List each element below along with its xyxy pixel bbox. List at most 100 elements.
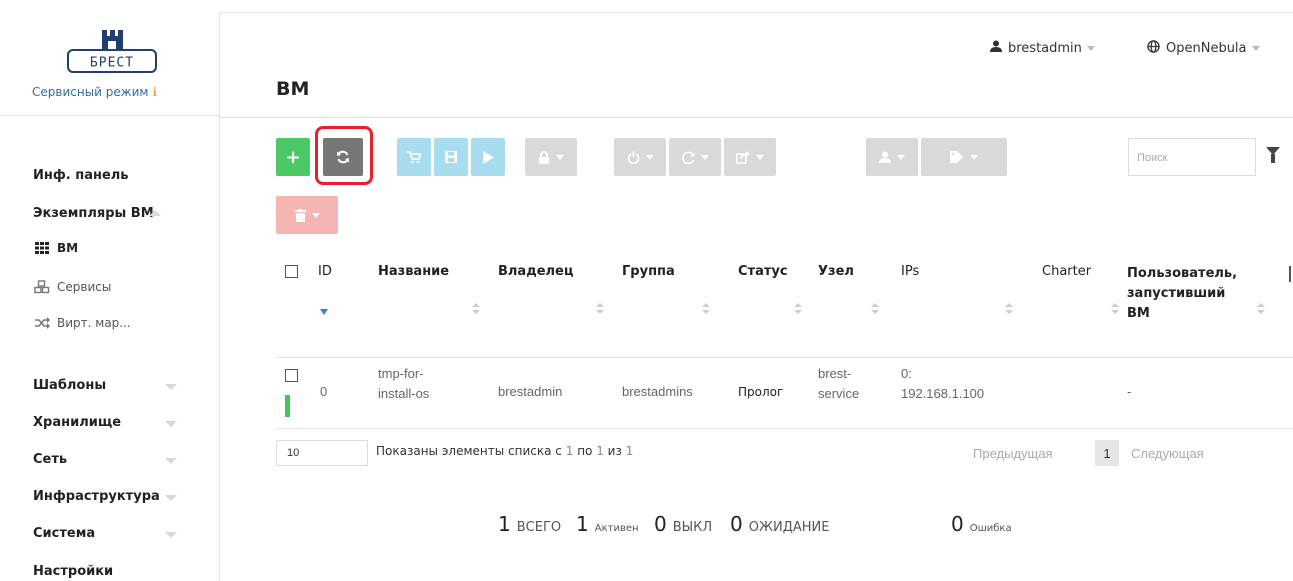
ownership-menu-button[interactable]	[866, 138, 918, 176]
lock-icon	[539, 150, 549, 164]
tag-icon	[950, 151, 963, 163]
chevron-down-icon[interactable]	[165, 495, 177, 501]
state-indicator	[285, 395, 290, 417]
showing-info: Показаны элементы списка с 1 по 1 из 1	[376, 444, 633, 458]
sidebar: БРЕСТ Сервисный режим ℹ Инф. панель Экзем…	[0, 12, 220, 581]
summary-pending-label: ОЖИДАНИЕ	[748, 520, 830, 535]
table-cell-host-line2: service	[818, 386, 860, 401]
sort-icon[interactable]	[1111, 303, 1119, 315]
user-icon	[879, 151, 891, 163]
power-menu-button[interactable]	[614, 138, 666, 176]
refresh-icon	[337, 150, 349, 164]
service-mode-text: Сервисный режим	[32, 85, 149, 99]
column-header-ips[interactable]: IPs	[901, 262, 919, 282]
column-header-owner[interactable]: Владелец	[498, 262, 574, 282]
create-vm-button[interactable]: +	[276, 138, 310, 176]
deploy-button[interactable]	[397, 138, 431, 176]
sidebar-item-vrouters[interactable]: Вирт. мар...	[33, 316, 131, 330]
showing-mid1: по	[577, 444, 593, 458]
showing-from: 1	[565, 444, 574, 458]
service-mode-label[interactable]: Сервисный режим ℹ	[32, 85, 157, 99]
reboot-menu-button[interactable]	[669, 138, 721, 176]
sort-icon[interactable]	[794, 303, 802, 315]
resume-button[interactable]	[471, 138, 505, 176]
select-all-checkbox[interactable]	[285, 265, 298, 278]
chevron-down-icon[interactable]	[165, 458, 177, 464]
sidebar-item-system[interactable]: Система	[33, 526, 95, 541]
dropdown-caret-icon	[1086, 45, 1095, 51]
table-cell-name-line2: install-os	[378, 386, 430, 401]
sort-icon[interactable]	[871, 303, 879, 315]
sort-icon[interactable]	[1257, 303, 1265, 315]
chevron-down-icon[interactable]	[165, 532, 177, 538]
column-header-launched-by-line3: ВМ	[1127, 306, 1150, 321]
pagination-previous[interactable]: Предыдущая	[973, 446, 1053, 461]
user-icon	[990, 40, 1002, 56]
summary-active-label: Активен	[594, 523, 639, 534]
zone-menu[interactable]: OpenNebula	[1147, 40, 1260, 57]
sort-desc-icon[interactable]	[320, 309, 328, 315]
trash-icon	[294, 208, 306, 222]
sidebar-item-storage[interactable]: Хранилище	[33, 415, 121, 430]
column-header-charter[interactable]: Charter	[1042, 262, 1091, 282]
table-cell-host-line1: brest-	[818, 366, 852, 381]
sort-icon[interactable]	[702, 303, 710, 315]
header-row-divider	[276, 357, 1293, 358]
share-icon	[736, 150, 750, 164]
chevron-down-icon[interactable]	[165, 421, 177, 427]
sidebar-item-infrastructure[interactable]: Инфраструктура	[33, 489, 160, 504]
summary-total-count: 1	[498, 512, 511, 536]
caret-icon	[897, 154, 905, 160]
save-button[interactable]	[434, 138, 468, 176]
summary-error: 0 Ошибка	[951, 512, 1012, 536]
column-header-status[interactable]: Статус	[738, 262, 788, 282]
user-menu[interactable]: brestadmin	[990, 40, 1095, 56]
chevron-up-icon[interactable]	[149, 210, 161, 216]
column-header-group[interactable]: Группа	[622, 262, 675, 282]
brest-logo[interactable]: БРЕСТ	[64, 28, 160, 80]
column-header-id[interactable]: ID	[318, 262, 332, 282]
sort-icon[interactable]	[472, 303, 480, 315]
sidebar-item-settings[interactable]: Настройки	[33, 564, 113, 579]
table-cell-name[interactable]: tmp-for- install-os	[378, 364, 429, 404]
column-header-name[interactable]: Название	[378, 262, 449, 282]
summary-pending: 0 ОЖИДАНИЕ	[730, 512, 829, 536]
labels-menu-button[interactable]	[921, 138, 1007, 176]
summary-off-count: 0	[654, 512, 667, 536]
power-icon	[627, 151, 639, 164]
zone-name: OpenNebula	[1166, 41, 1247, 56]
play-icon	[482, 150, 494, 164]
column-header-host[interactable]: Узел	[818, 262, 854, 282]
search-input[interactable]: Поиск	[1128, 138, 1256, 176]
sidebar-item-services[interactable]: Сервисы	[33, 280, 111, 294]
sort-icon[interactable]	[1005, 303, 1013, 315]
sidebar-item-dashboard[interactable]: Инф. панель	[33, 168, 129, 183]
page-size-select[interactable]: 10	[276, 440, 368, 466]
refresh-button[interactable]	[323, 138, 363, 176]
sidebar-item-vms[interactable]: ВМ	[33, 241, 78, 255]
row-checkbox[interactable]	[285, 369, 298, 382]
sidebar-item-instances[interactable]: Экземпляры ВМ	[33, 206, 154, 221]
cart-icon	[407, 150, 421, 163]
lock-menu-button[interactable]	[525, 138, 577, 176]
grid-icon	[33, 242, 51, 254]
filter-icon[interactable]	[1266, 147, 1280, 163]
sidebar-item-templates[interactable]: Шаблоны	[33, 378, 106, 393]
pagination-next[interactable]: Следующая	[1131, 446, 1204, 461]
migrate-menu-button[interactable]	[724, 138, 776, 176]
summary-active: 1 Активен	[576, 512, 639, 536]
pagination-current-page[interactable]: 1	[1095, 440, 1119, 466]
summary-off-label: ВЫКЛ	[672, 520, 713, 535]
chevron-down-icon[interactable]	[165, 384, 177, 390]
caret-icon	[700, 154, 709, 160]
delete-menu-button[interactable]	[276, 196, 338, 234]
sidebar-item-vrouters-label: Вирт. мар...	[57, 316, 131, 330]
page-title: ВМ	[276, 78, 310, 100]
table-cell-name-line1: tmp-for-	[378, 366, 424, 381]
column-header-launched-by[interactable]: Пользователь, запустивший ВМ	[1127, 264, 1237, 324]
showing-to: 1	[596, 444, 604, 458]
logo-text: БРЕСТ	[90, 56, 134, 71]
sort-icon[interactable]	[596, 303, 604, 315]
sidebar-item-network[interactable]: Сеть	[33, 452, 67, 467]
info-icon[interactable]: ℹ	[152, 85, 157, 99]
